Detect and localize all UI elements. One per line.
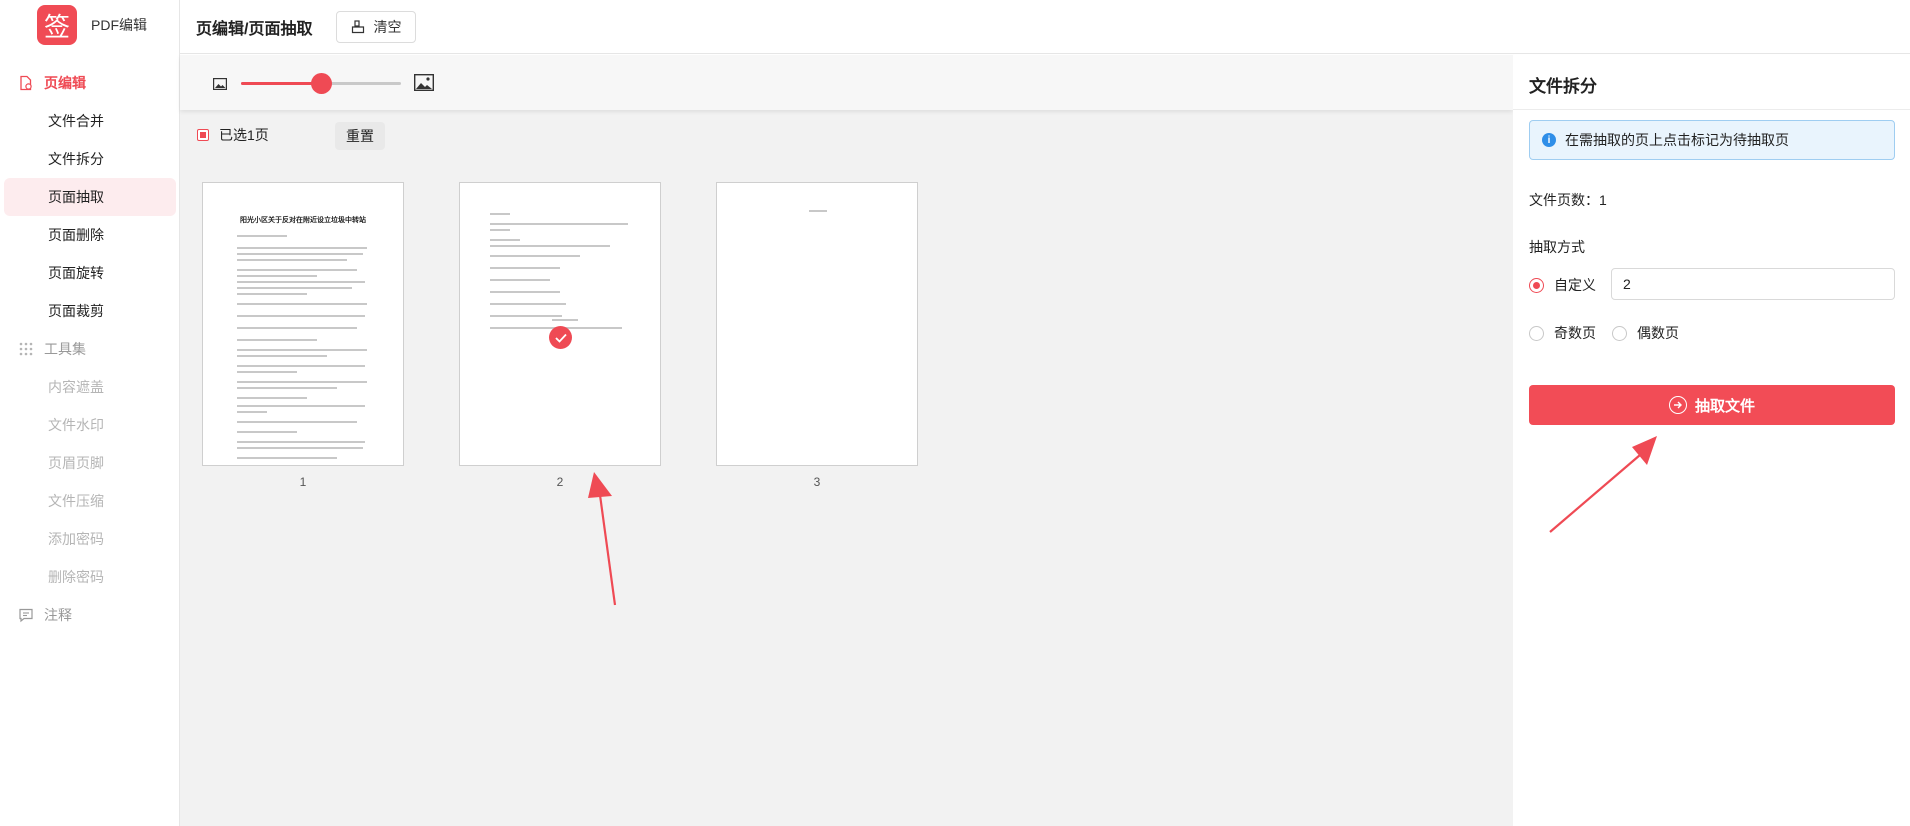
sidebar-item-header-footer[interactable]: 页眉页脚 — [4, 444, 176, 482]
sidebar-item-add-password[interactable]: 添加密码 — [4, 520, 176, 558]
selection-bar: 已选1页 重置 — [197, 122, 385, 150]
page-number-2: 2 — [556, 475, 564, 489]
sidebar-nav: 页编辑 文件合并 文件拆分 页面抽取 页面删除 页面旋转 页面裁剪 工具集 内容… — [0, 64, 180, 634]
page-number-1: 1 — [299, 475, 307, 489]
zoom-slider-fill — [241, 82, 321, 85]
extract-file-button[interactable]: 抽取文件 — [1529, 385, 1895, 425]
sidebar-item-merge[interactable]: 文件合并 — [4, 102, 176, 140]
main-canvas: 已选1页 重置 阳光小区关于反对在附近设立垃圾中转站 1 2 3 — [180, 55, 1513, 826]
nav-group-label: 注释 — [44, 607, 72, 623]
sidebar-item-delete[interactable]: 页面删除 — [4, 216, 176, 254]
arrow-right-circle-icon — [1668, 396, 1687, 414]
radio-custom-label: 自定义 — [1554, 277, 1596, 293]
selected-check-icon — [549, 326, 572, 349]
clear-button-label: 清空 — [373, 18, 402, 35]
page-edit-icon — [17, 74, 35, 92]
broom-icon — [351, 19, 365, 34]
radio-even[interactable]: 偶数页 — [1612, 323, 1679, 343]
nav-group-label: 工具集 — [44, 341, 86, 357]
app-logo: 签 — [37, 5, 77, 45]
nav-group-tools[interactable]: 工具集 — [0, 330, 180, 368]
select-all-checkbox[interactable] — [197, 129, 209, 141]
zoom-in-image-icon[interactable] — [413, 73, 435, 96]
app-name: PDF编辑 — [91, 17, 147, 33]
extract-method-label: 抽取方式 — [1529, 239, 1585, 255]
page-title: 页编辑/页面抽取 — [196, 20, 313, 38]
zoom-toolbar — [180, 55, 1513, 110]
radio-custom-dot[interactable] — [1529, 277, 1544, 293]
page-1-title: 阳光小区关于反对在附近设立垃圾中转站 — [240, 216, 366, 224]
page-thumbnail-2[interactable] — [459, 182, 661, 466]
panel-header: 文件拆分 — [1513, 0, 1910, 110]
zoom-out-image-icon[interactable] — [213, 77, 228, 95]
panel-title: 文件拆分 — [1529, 77, 1597, 96]
clear-button[interactable]: 清空 — [336, 10, 417, 43]
page-number-3: 3 — [813, 475, 821, 489]
zoom-slider-thumb[interactable] — [311, 73, 332, 94]
sidebar-item-remove-password[interactable]: 删除密码 — [4, 558, 176, 596]
info-icon: i — [1542, 133, 1556, 147]
info-alert: i 在需抽取的页上点击标记为待抽取页 — [1529, 120, 1895, 160]
file-page-count: 文件页数：1 — [1529, 192, 1607, 208]
info-text: 在需抽取的页上点击标记为待抽取页 — [1565, 132, 1789, 148]
extract-file-label: 抽取文件 — [1694, 397, 1755, 415]
comment-icon — [17, 606, 35, 624]
sidebar-item-crop[interactable]: 页面裁剪 — [4, 292, 176, 330]
sidebar-item-rotate[interactable]: 页面旋转 — [4, 254, 176, 292]
nav-group-page-edit[interactable]: 页编辑 — [0, 64, 180, 102]
radio-even-label: 偶数页 — [1637, 325, 1679, 341]
radio-odd-label: 奇数页 — [1554, 325, 1596, 341]
sidebar-item-mask[interactable]: 内容遮盖 — [4, 368, 176, 406]
radio-custom[interactable]: 自定义 — [1529, 275, 1596, 295]
radio-odd[interactable]: 奇数页 — [1529, 323, 1596, 343]
reset-button[interactable]: 重置 — [335, 122, 385, 150]
sidebar-item-compress[interactable]: 文件压缩 — [4, 482, 176, 520]
sidebar-item-watermark[interactable]: 文件水印 — [4, 406, 176, 444]
sidebar-item-split[interactable]: 文件拆分 — [4, 140, 176, 178]
sidebar: 签 PDF编辑 页编辑 文件合并 文件拆分 页面抽取 页面删除 页面旋转 页面裁… — [0, 0, 180, 826]
page-thumbnail-1[interactable]: 阳光小区关于反对在附近设立垃圾中转站 — [202, 182, 404, 466]
zoom-slider[interactable] — [241, 73, 401, 94]
selected-count: 已选1页 — [219, 127, 269, 143]
radio-even-dot[interactable] — [1612, 325, 1627, 341]
brand: 签 PDF编辑 — [37, 5, 147, 45]
custom-pages-input[interactable] — [1611, 268, 1895, 300]
nav-group-notes[interactable]: 注释 — [0, 596, 180, 634]
grid-dots-icon — [17, 340, 35, 358]
nav-group-label: 页编辑 — [44, 75, 86, 91]
right-panel: 文件拆分 i 在需抽取的页上点击标记为待抽取页 文件页数：1 抽取方式 自定义 … — [1513, 55, 1910, 826]
radio-odd-dot[interactable] — [1529, 325, 1544, 341]
page-thumbnail-3[interactable] — [716, 182, 918, 466]
sidebar-item-extract[interactable]: 页面抽取 — [4, 178, 176, 216]
